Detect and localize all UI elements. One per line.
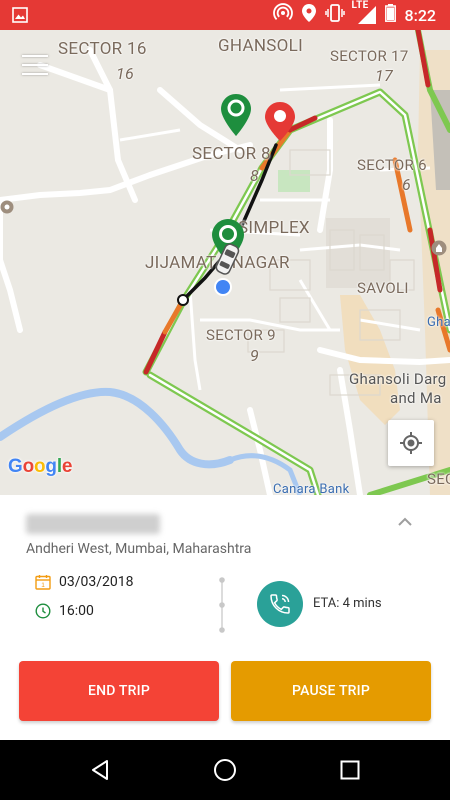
- map-label-ghansoli-dargah: Ghansoli Darg: [349, 370, 447, 388]
- crosshair-icon: [400, 432, 422, 454]
- map-label-savoli: SAVOLI: [357, 279, 409, 297]
- calendar-icon: 1: [35, 575, 51, 590]
- screen: LTE 8:22 SECTOR 16 16 GHANSOLI SECTOR 17…: [0, 0, 450, 800]
- pause-trip-button[interactable]: PAUSE TRIP: [231, 661, 431, 721]
- trip-time: 16:00: [35, 603, 94, 619]
- map-label-sector6-num: 6: [402, 175, 412, 194]
- location-icon: [301, 4, 316, 26]
- back-button[interactable]: [86, 756, 114, 784]
- network-type: LTE: [351, 0, 369, 11]
- image-icon: [12, 7, 28, 27]
- map-view[interactable]: SECTOR 16 16 GHANSOLI SECTOR 17 17 SECTO…: [0, 30, 450, 495]
- menu-line-icon: [22, 73, 48, 75]
- menu-line-icon: [22, 55, 48, 57]
- map-label-simplex: SIMPLEX: [238, 218, 310, 238]
- trip-date-value: 03/03/2018: [59, 574, 134, 590]
- trip-date: 1 03/03/2018: [35, 574, 134, 590]
- vibrate-icon: [324, 4, 345, 26]
- hotspot-icon: [272, 3, 293, 27]
- status-bar: LTE 8:22: [0, 0, 450, 30]
- map-label-sector9: SECTOR 9: [206, 326, 276, 344]
- pickup-pin-icon[interactable]: [221, 94, 251, 138]
- current-location-dot-icon: [214, 278, 232, 296]
- chevron-up-icon[interactable]: [396, 516, 414, 528]
- back-triangle-icon: [92, 760, 108, 780]
- google-logo: Google: [8, 456, 73, 477]
- divider-dots: [219, 577, 225, 633]
- menu-button[interactable]: [22, 55, 48, 75]
- map-label-sector17: SECTOR 17: [330, 47, 409, 65]
- temple-poi-icon: [431, 240, 447, 256]
- car-icon: [215, 243, 240, 275]
- map-label-sector6: SECTOR 6: [357, 156, 427, 174]
- navigation-bar: [0, 740, 450, 800]
- clock-icon: [35, 603, 51, 619]
- pickup-address: Andheri West, Mumbai, Maharashtra: [26, 541, 252, 557]
- signal-icon: LTE: [352, 0, 376, 24]
- map-label-sector8-num: 8: [250, 166, 260, 185]
- destination-pin-icon[interactable]: [265, 102, 295, 142]
- map-label-sector17-num: 17: [375, 66, 394, 85]
- end-trip-button[interactable]: END TRIP: [19, 661, 219, 721]
- eta-label: ETA: 4 mins: [313, 596, 382, 611]
- menu-line-icon: [22, 64, 48, 66]
- battery-icon: [384, 4, 396, 26]
- home-circle-icon: [214, 759, 236, 781]
- map-label-ghansoli-dargah-2: and Ma: [390, 389, 442, 407]
- map-label-sector9-num: 9: [250, 346, 260, 365]
- recents-button[interactable]: [336, 756, 364, 784]
- map-label-gha: Gha: [427, 315, 450, 330]
- recents-square-icon: [340, 760, 360, 780]
- customer-name-blurred: [26, 514, 160, 534]
- status-time: 8:22: [404, 5, 437, 25]
- map-label-sector-edge: SEC: [427, 470, 450, 488]
- home-button[interactable]: [211, 756, 239, 784]
- map-label-ghansoli: GHANSOLI: [218, 36, 304, 56]
- call-customer-button[interactable]: [257, 581, 303, 627]
- map-label-canara-bank: Canara Bank: [273, 482, 350, 495]
- trip-time-value: 16:00: [59, 603, 94, 619]
- poi-icon: [0, 200, 14, 214]
- phone-call-icon: [270, 594, 290, 614]
- my-location-button[interactable]: [388, 420, 434, 466]
- svg-text:1: 1: [41, 582, 45, 589]
- map-label-sector8: SECTOR 8: [192, 144, 271, 164]
- map-label-sector16-num: 16: [116, 64, 135, 83]
- map-label-sector16: SECTOR 16: [58, 39, 147, 59]
